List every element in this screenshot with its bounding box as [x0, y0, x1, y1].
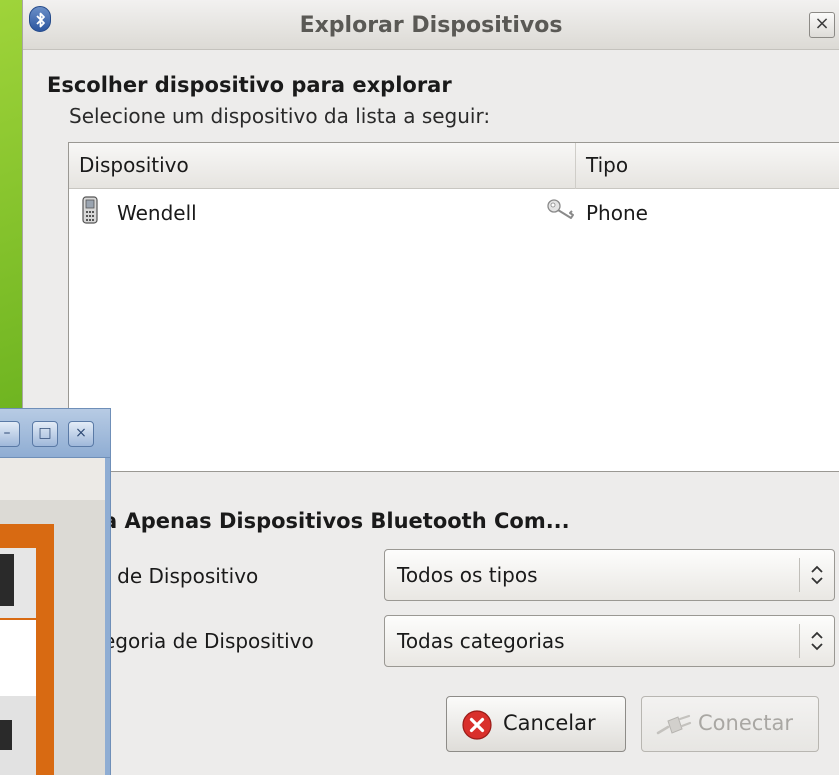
device-category-select[interactable]: Todas categorias	[384, 615, 835, 667]
filter-heading: a Apenas Dispositivos Bluetooth Com...	[103, 509, 570, 533]
background-window[interactable]: – □ ×	[0, 408, 111, 775]
updown-arrows-icon	[811, 565, 823, 585]
phone-icon	[82, 196, 98, 224]
updown-arrows-icon	[811, 631, 823, 651]
background-window-body	[0, 458, 111, 775]
device-name: Wendell	[117, 201, 197, 225]
device-type-select[interactable]: Todos os tipos	[384, 549, 835, 601]
key-icon	[547, 199, 574, 219]
title-bar[interactable]: Explorar Dispositivos ×	[23, 0, 839, 50]
column-header-type[interactable]: Tipo	[586, 153, 628, 177]
table-row[interactable]: Wendell Phone	[69, 193, 839, 233]
device-list[interactable]: Dispositivo Tipo Wendell Phone	[68, 142, 839, 472]
maximize-button[interactable]: □	[32, 421, 58, 447]
connect-label: Conectar	[698, 711, 794, 735]
device-type-value: Todos os tipos	[397, 563, 538, 587]
minimize-button[interactable]: –	[0, 421, 20, 447]
background-close-button[interactable]: ×	[68, 421, 94, 447]
combo-separator	[799, 558, 800, 592]
plug-icon	[656, 714, 692, 735]
background-window-title-bar[interactable]: – □ ×	[0, 408, 111, 458]
explore-devices-dialog: Explorar Dispositivos × Escolher disposi…	[22, 0, 839, 775]
device-category-label: egoria de Dispositivo	[103, 629, 314, 653]
device-category-value: Todas categorias	[397, 629, 565, 653]
column-header-device[interactable]: Dispositivo	[69, 143, 576, 189]
section-heading: Escolher dispositivo para explorar	[47, 73, 452, 97]
device-type: Phone	[586, 201, 648, 225]
background-glyph	[0, 554, 14, 606]
window-title: Explorar Dispositivos	[299, 13, 563, 38]
background-glyph	[0, 720, 12, 750]
cancel-icon	[462, 710, 492, 740]
cancel-label: Cancelar	[503, 711, 596, 735]
background-toolbar	[0, 458, 105, 500]
device-type-label: ) de Dispositivo	[103, 564, 259, 588]
combo-separator	[799, 624, 800, 658]
instruction-label: Selecione um dispositivo da lista a segu…	[69, 104, 491, 128]
connect-button[interactable]: Conectar	[641, 696, 819, 752]
cancel-button[interactable]: Cancelar	[446, 696, 626, 752]
list-header: Dispositivo Tipo	[69, 143, 839, 189]
close-button[interactable]: ×	[809, 12, 835, 38]
